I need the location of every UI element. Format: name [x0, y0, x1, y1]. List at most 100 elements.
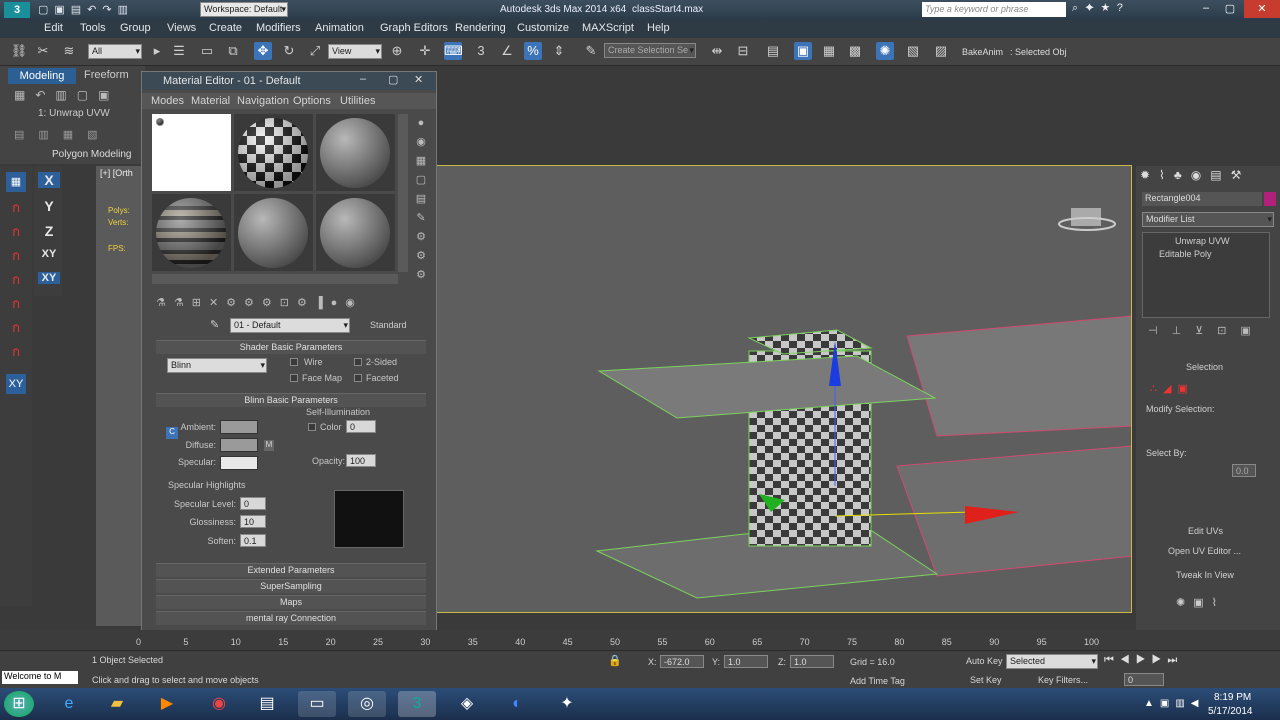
window-crossing-icon[interactable]: ⧉	[224, 42, 242, 60]
object-color-swatch[interactable]	[1264, 192, 1276, 206]
unlink-icon[interactable]: ✂	[34, 42, 52, 60]
wire-checkbox[interactable]	[290, 358, 298, 366]
keyboard-shortcut-icon[interactable]: ⌨	[444, 42, 463, 60]
curve-editor-icon[interactable]: ▦	[820, 42, 838, 60]
material-slot-2[interactable]	[234, 114, 313, 191]
stack-editable-poly[interactable]: Editable Poly	[1159, 249, 1212, 259]
z-coord-field[interactable]: 1.0	[790, 655, 834, 668]
subobject-icons[interactable]: ∴◢▣	[1150, 382, 1194, 395]
angle-snap-icon[interactable]: ∠	[498, 42, 516, 60]
tweak-in-view-button[interactable]: Tweak In View	[1176, 570, 1234, 580]
rect-selection-icon[interactable]: ▭	[198, 42, 216, 60]
bind-spacewarp-icon[interactable]: ≋	[60, 42, 78, 60]
blinn-rollout[interactable]: Blinn Basic Parameters	[156, 393, 426, 407]
layer-manager-icon[interactable]: ▤	[764, 42, 782, 60]
tray-icons[interactable]: ▲▣▥◀	[1144, 698, 1204, 709]
magnet-icon-7[interactable]: ก	[6, 342, 26, 362]
menu-rendering[interactable]: Rendering	[455, 22, 506, 34]
modifier-stack[interactable]: Unwrap UVW Editable Poly	[1142, 232, 1270, 318]
app-icon-2[interactable]: ◐	[498, 691, 536, 717]
specular-swatch[interactable]	[220, 456, 258, 470]
ribbon-tool-icons-2[interactable]: ▤▥▦▧	[14, 128, 112, 141]
mirror-icon[interactable]: ⇹	[708, 42, 726, 60]
app-logo-icon[interactable]: 3	[4, 2, 30, 18]
viewport-scene[interactable]	[437, 166, 1131, 612]
select-rotate-icon[interactable]: ↻	[280, 42, 298, 60]
mat-menu-modes[interactable]: Modes	[151, 95, 184, 107]
opacity-spinner[interactable]: 100	[346, 454, 376, 467]
x-coord-field[interactable]: -672.0	[660, 655, 704, 668]
material-name-field[interactable]: 01 - Default	[230, 318, 350, 333]
material-slot-5[interactable]	[234, 194, 313, 271]
mat-menu-navigation[interactable]: Navigation	[237, 95, 289, 107]
edit-uvs-rollout[interactable]: Edit UVs	[1188, 526, 1223, 536]
magnet-icon-4[interactable]: ก	[6, 270, 26, 290]
command-panel-tabs[interactable]: ✹⌇♣◉▤⚒	[1140, 168, 1250, 182]
viewport-left[interactable]: [+] [Orth Polys: Verts: FPS:	[96, 166, 144, 626]
chrome-icon[interactable]: ◉	[200, 691, 238, 717]
shader-dropdown[interactable]: Blinn	[167, 358, 267, 373]
polygon-modeling-panel[interactable]: Polygon Modeling	[52, 149, 132, 160]
extended-params-rollout[interactable]: Extended Parameters	[156, 563, 426, 577]
mat-maximize-button[interactable]: ▢	[388, 73, 398, 86]
key-selection-dropdown[interactable]: Selected	[1006, 654, 1098, 669]
magnet-icon-2[interactable]: ก	[6, 222, 26, 242]
tab-modeling[interactable]: Modeling	[8, 68, 76, 84]
selected-obj-label[interactable]: : Selected Obj	[1010, 47, 1067, 57]
selection-filter-dropdown[interactable]: All	[88, 44, 142, 59]
face-map-checkbox[interactable]	[290, 374, 298, 382]
render-frame-icon[interactable]: ▨	[932, 42, 950, 60]
menu-views[interactable]: Views	[167, 22, 196, 34]
maximize-button[interactable]: ▢	[1220, 2, 1240, 15]
edit-named-sel-icon[interactable]: ✎	[582, 42, 600, 60]
axis-x-button[interactable]: X	[38, 172, 60, 188]
percent-snap-icon[interactable]: %	[524, 42, 542, 60]
menu-graph-editors[interactable]: Graph Editors	[380, 22, 448, 34]
app-icon-3[interactable]: ✦	[548, 691, 586, 717]
select-scale-icon[interactable]: ⤢	[306, 42, 324, 60]
tab-freeform[interactable]: Freeform	[84, 69, 129, 81]
select-object-icon[interactable]: ▸	[148, 42, 166, 60]
network-icon[interactable]: ◎	[348, 691, 386, 717]
uv-tool-icons[interactable]: ✺▣⌇	[1176, 596, 1225, 609]
quick-access-icons[interactable]: ▢▣▤↶↷▥	[38, 3, 134, 16]
axis-xy2-button[interactable]: XY	[38, 272, 60, 284]
key-filters-button[interactable]: Key Filters...	[1038, 675, 1088, 685]
schematic-view-icon[interactable]: ▩	[846, 42, 864, 60]
material-slot-1[interactable]	[152, 114, 231, 191]
ie-icon[interactable]: e	[50, 691, 88, 717]
select-by-name-icon[interactable]: ☰	[170, 42, 188, 60]
soften-spinner[interactable]: 0.1	[240, 534, 266, 547]
mat-minimize-button[interactable]: –	[360, 73, 366, 85]
window-icon[interactable]: ▭	[298, 691, 336, 717]
magnet-icon-5[interactable]: ก	[6, 294, 26, 314]
two-sided-checkbox[interactable]	[354, 358, 362, 366]
ribbon-tool-icons[interactable]: ▦↶▥▢▣	[14, 88, 119, 102]
diffuse-swatch[interactable]	[220, 438, 258, 452]
self-illum-color-spinner[interactable]: 0	[346, 420, 376, 433]
lock-icon[interactable]: 🔒	[608, 654, 622, 667]
named-selection-dropdown[interactable]: Create Selection Se	[604, 43, 696, 58]
render-setup-icon[interactable]: ▧	[904, 42, 922, 60]
maps-rollout[interactable]: Maps	[156, 595, 426, 609]
align-icon[interactable]: ⊟	[734, 42, 752, 60]
minimize-button[interactable]: –	[1196, 2, 1216, 14]
menu-modifiers[interactable]: Modifiers	[256, 22, 301, 34]
glossiness-spinner[interactable]: 10	[240, 515, 266, 528]
mat-close-button[interactable]: ✕	[414, 73, 423, 86]
supersampling-rollout[interactable]: SuperSampling	[156, 579, 426, 593]
modifier-list-dropdown[interactable]: Modifier List	[1142, 212, 1274, 227]
graphite-toggle-icon[interactable]: ▣	[794, 42, 812, 60]
magnet-icon-6[interactable]: ก	[6, 318, 26, 338]
spinner-snap-icon[interactable]: ⇕	[550, 42, 568, 60]
mat-menu-options[interactable]: Options	[293, 95, 331, 107]
search-input[interactable]: Type a keyword or phrase	[922, 2, 1066, 17]
pivot-center-icon[interactable]: ⊕	[388, 42, 406, 60]
mat-menu-utilities[interactable]: Utilities	[340, 95, 375, 107]
stack-unwrap-uvw[interactable]: Unwrap UVW	[1175, 236, 1230, 246]
workspace-dropdown[interactable]: Workspace: Default	[200, 2, 288, 17]
clock-time[interactable]: 8:19 PM	[1214, 692, 1251, 703]
clock-date[interactable]: 5/17/2014	[1208, 706, 1253, 717]
shader-rollout[interactable]: Shader Basic Parameters	[156, 340, 426, 354]
object-name-field[interactable]: Rectangle004	[1142, 192, 1262, 206]
